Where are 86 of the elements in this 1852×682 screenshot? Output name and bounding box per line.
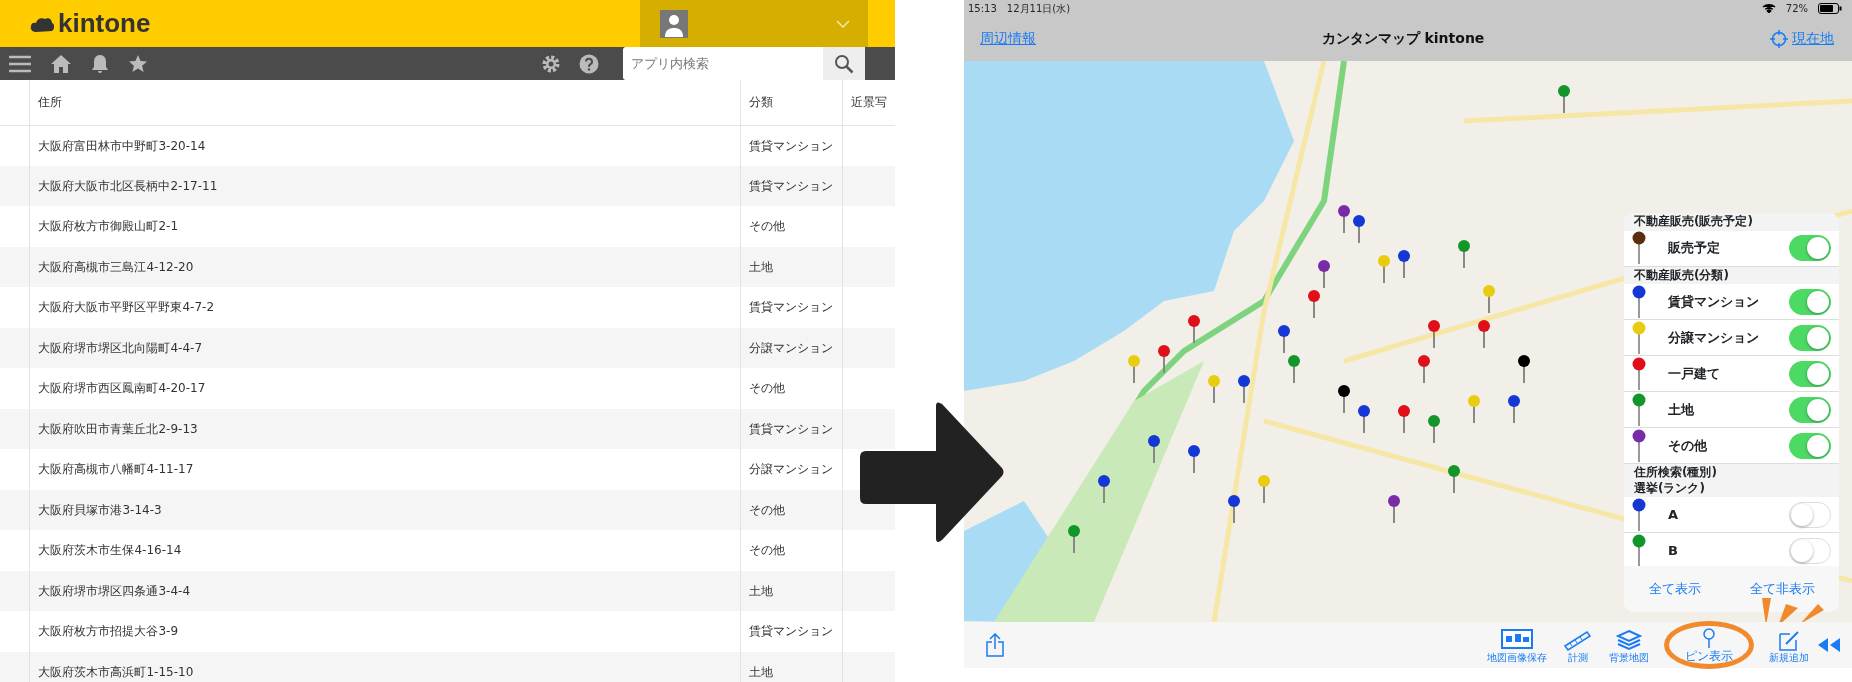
filter-label: B xyxy=(1668,542,1678,561)
panel-button[interactable]: 全て非表示 xyxy=(1743,578,1821,600)
section-header: 不動産販売(販売予定) xyxy=(1624,213,1839,231)
table-cell: 大阪府枚方市御殿山町2-1 xyxy=(38,219,179,234)
pin-icon xyxy=(1632,497,1648,532)
toolbar-map-button[interactable]: 地図画像保存 xyxy=(1485,627,1549,663)
status-date: 12月11日(水) xyxy=(1006,1,1071,16)
nearby-info-link[interactable]: 周辺情報 xyxy=(980,28,1036,49)
logo-text: kintone xyxy=(58,8,151,39)
table-cell: その他 xyxy=(749,219,785,234)
home-icon[interactable] xyxy=(50,53,72,74)
table-cell: 分譲マンション xyxy=(749,340,833,355)
share-icon[interactable] xyxy=(986,633,1004,657)
table-cell: 大阪府茨木市生保4-16-14 xyxy=(38,543,182,558)
table-cell: 賃貸マンション xyxy=(749,421,833,436)
filter-label: その他 xyxy=(1668,436,1707,455)
table-cell: 大阪府大阪市平野区平野東4-7-2 xyxy=(38,300,215,315)
table-cell: 賃貸マンション xyxy=(749,300,833,315)
column-header: 住所 xyxy=(38,95,63,110)
pin-icon xyxy=(1632,356,1648,391)
table-cell: 大阪府高槻市八幡町4-11-17 xyxy=(38,462,194,477)
toggle-switch[interactable] xyxy=(1789,235,1831,262)
current-location-button[interactable]: 現在地 xyxy=(1770,28,1834,49)
battery-percent: 72% xyxy=(1785,1,1808,16)
column-header: 分類 xyxy=(749,95,773,110)
table-cell: 大阪府吹田市青葉丘北2-9-13 xyxy=(38,421,198,436)
rewind-icon[interactable] xyxy=(1816,636,1842,654)
toolbar-layers-button[interactable]: 背景地図 xyxy=(1607,627,1651,663)
crosshair-icon[interactable] xyxy=(1770,29,1788,48)
table-cell: 大阪府堺市堺区四条通3-4-4 xyxy=(38,583,191,598)
user-menu-bar[interactable] xyxy=(640,0,868,47)
bell-icon[interactable] xyxy=(90,53,110,74)
filter-label: 分譲マンション xyxy=(1668,328,1759,347)
filter-label: 販売予定 xyxy=(1668,239,1720,258)
filter-label: A xyxy=(1668,506,1679,525)
toggle-switch[interactable] xyxy=(1789,288,1831,315)
section-header: 住所検索(種別) 選挙(ランク) xyxy=(1624,464,1839,498)
status-time: 15:13 xyxy=(968,1,997,16)
toolbar-pin-button[interactable]: ピン表示 xyxy=(1664,620,1754,670)
table-cell: その他 xyxy=(749,502,785,517)
filter-label: 賃貸マンション xyxy=(1668,292,1759,311)
toggle-switch[interactable] xyxy=(1789,396,1831,423)
search-icon[interactable] xyxy=(834,53,854,74)
pin-icon xyxy=(1632,320,1648,355)
table-cell: その他 xyxy=(749,381,785,396)
toggle-switch[interactable] xyxy=(1789,324,1831,351)
pin-icon xyxy=(1632,392,1648,427)
search-field[interactable]: アプリ内検索 xyxy=(623,47,823,80)
pin-icon xyxy=(1632,231,1648,266)
filter-label: 土地 xyxy=(1668,400,1694,419)
table-cell: 大阪府大阪市北区長柄中2-17-11 xyxy=(38,178,218,193)
search-button[interactable] xyxy=(823,47,865,80)
table-cell: 大阪府富田林市中野町3-20-14 xyxy=(38,138,206,153)
app-title: カンタンマップ kintone xyxy=(1320,29,1486,48)
table-cell: 土地 xyxy=(749,583,773,598)
avatar-icon[interactable] xyxy=(660,9,688,38)
table-cell: 大阪府堺市西区鳳南町4-20-17 xyxy=(38,381,206,396)
table-cell: 大阪府枚方市招提大谷3-9 xyxy=(38,624,179,639)
toggle-switch[interactable] xyxy=(1789,360,1831,387)
table-cell: 大阪府堺市堺区北向陽町4-4-7 xyxy=(38,340,203,355)
toolbar-ruler-button[interactable]: 計測 xyxy=(1559,627,1597,663)
table-cell: 分譲マンション xyxy=(749,462,833,477)
map-icon[interactable] xyxy=(1500,627,1534,652)
wifi-icon xyxy=(1761,3,1776,13)
star-icon[interactable] xyxy=(128,53,148,74)
table-cell: 大阪府貝塚市港3-14-3 xyxy=(38,502,162,517)
panel-button[interactable]: 全て表示 xyxy=(1642,578,1707,600)
battery-icon xyxy=(1818,2,1842,14)
column-header: 近景写 xyxy=(851,95,887,110)
table-cell: その他 xyxy=(749,543,785,558)
table-cell: 賃貸マンション xyxy=(749,178,833,193)
toggle-switch[interactable] xyxy=(1789,432,1831,459)
toolbar-edit-button[interactable]: 新規追加 xyxy=(1767,627,1811,663)
filter-label: 一戸建て xyxy=(1668,364,1720,383)
pin-icon xyxy=(1632,428,1648,463)
table-cell: 土地 xyxy=(749,664,773,679)
table-cell: 大阪府高槻市三島江4-12-20 xyxy=(38,259,194,274)
help-icon[interactable] xyxy=(579,53,599,74)
table-cell: 土地 xyxy=(749,259,773,274)
pin-icon xyxy=(1632,533,1648,566)
pin-icon xyxy=(1632,284,1648,319)
menu-icon[interactable] xyxy=(8,53,32,74)
table-cell: 賃貸マンション xyxy=(749,624,833,639)
table-cell: 賃貸マンション xyxy=(749,138,833,153)
table-cell: 大阪府茨木市高浜町1-15-10 xyxy=(38,664,194,679)
settings-icon[interactable] xyxy=(541,53,561,74)
